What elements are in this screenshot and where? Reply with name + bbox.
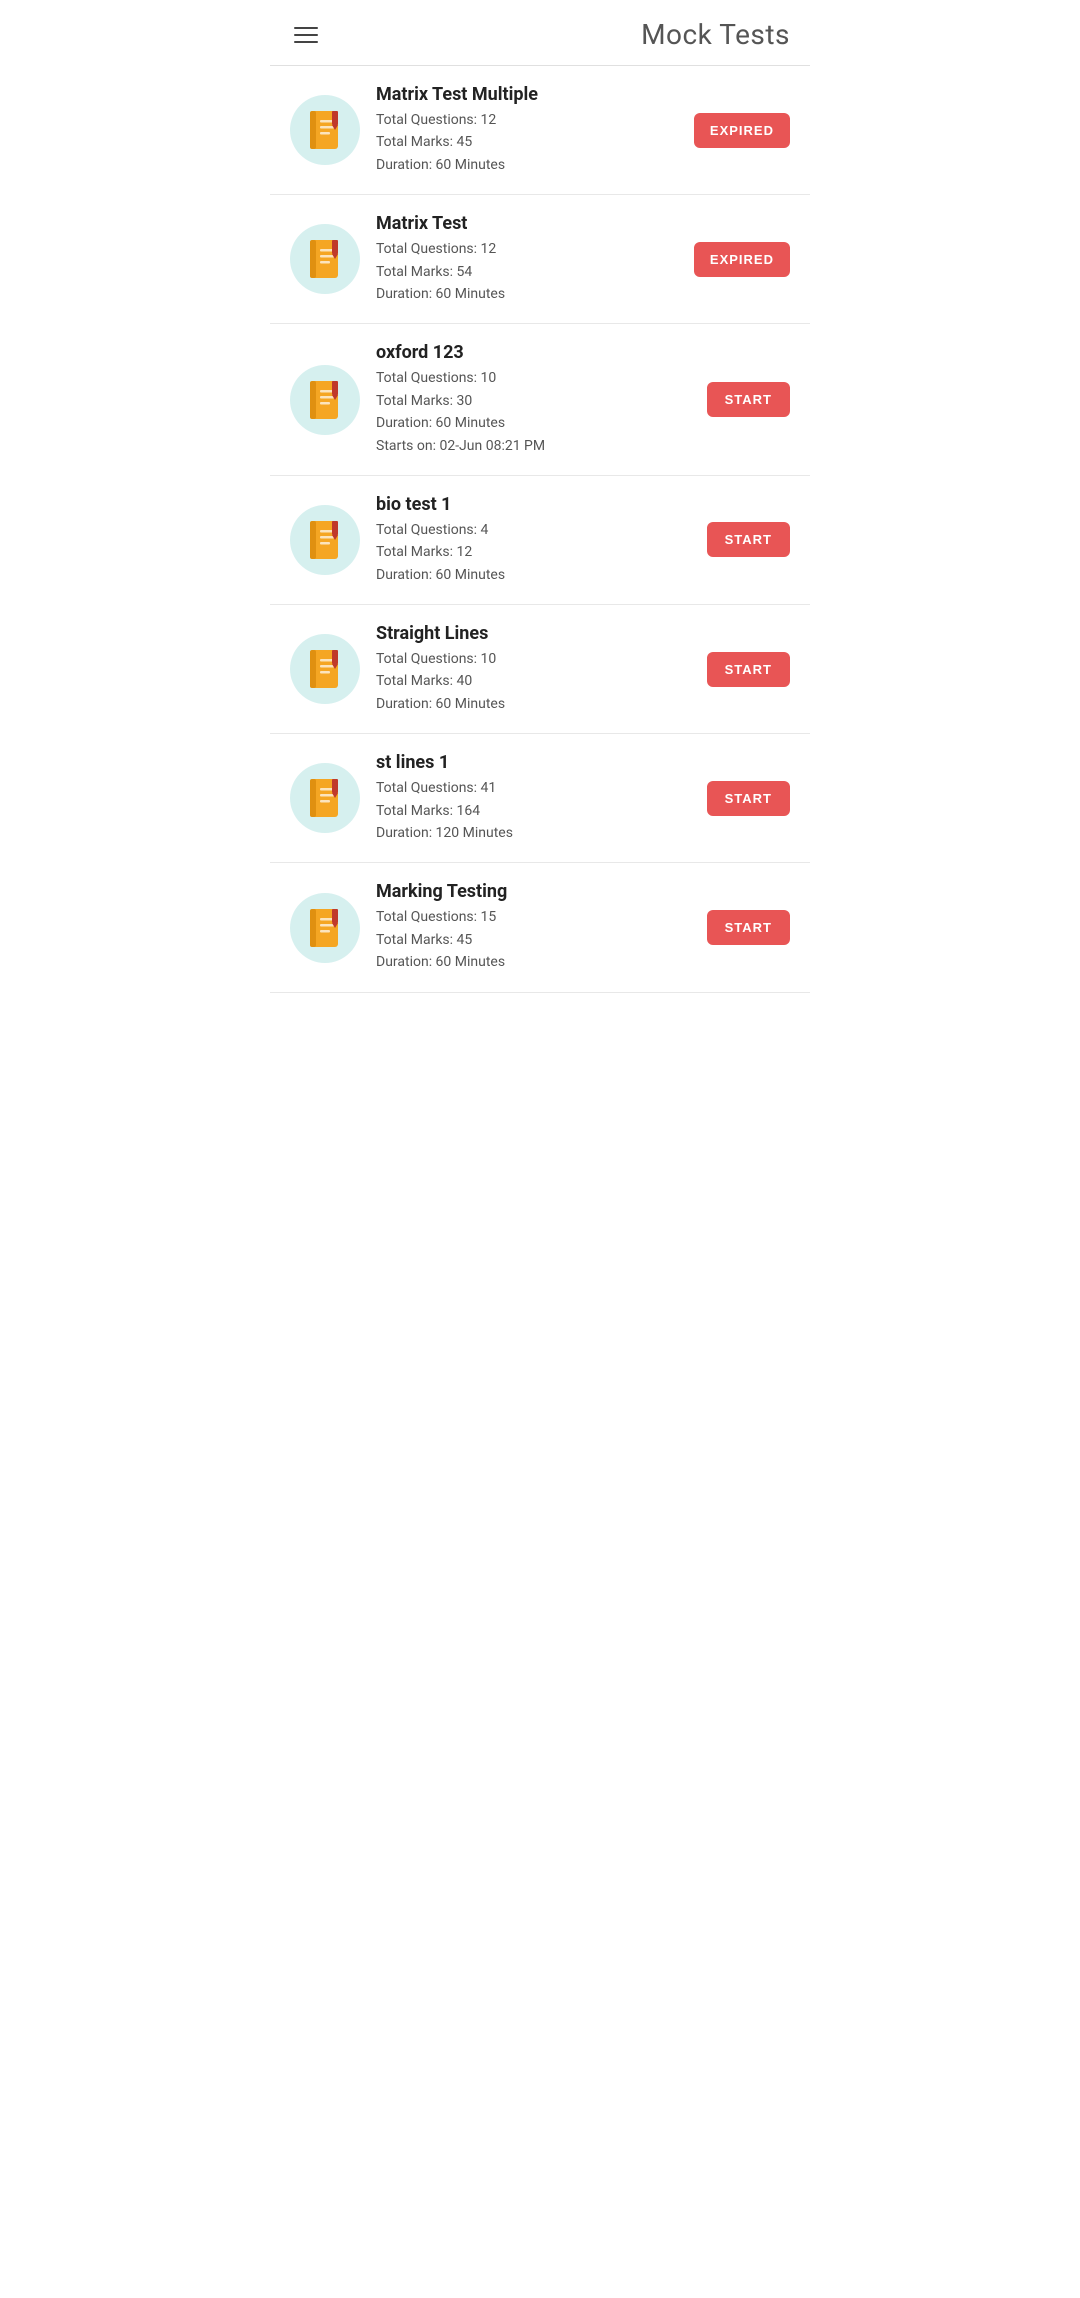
test-detail: Total Marks: 12 (376, 541, 684, 563)
test-item: Marking Testing Total Questions: 15Total … (270, 863, 810, 992)
test-item: Matrix Test Total Questions: 12Total Mark… (270, 195, 810, 324)
menu-button[interactable] (290, 23, 322, 47)
test-detail: Total Questions: 4 (376, 519, 684, 541)
start-button[interactable]: START (707, 781, 790, 816)
test-info: oxford 123 Total Questions: 10Total Marks… (376, 342, 684, 457)
test-detail: Duration: 60 Minutes (376, 412, 684, 434)
test-detail: Total Questions: 12 (376, 238, 678, 260)
test-action-container: EXPIRED (694, 113, 790, 148)
start-button[interactable]: START (707, 522, 790, 557)
test-detail: Total Questions: 15 (376, 906, 684, 928)
test-detail: Total Questions: 10 (376, 367, 684, 389)
test-action-container: START (700, 781, 790, 816)
start-button[interactable]: START (707, 382, 790, 417)
test-item: st lines 1 Total Questions: 41Total Marks… (270, 734, 810, 863)
test-list: Matrix Test MultipleTotal Questions: 12T… (270, 66, 810, 993)
test-info: st lines 1 Total Questions: 41Total Marks… (376, 752, 684, 844)
test-icon-container (290, 95, 360, 165)
test-action-container: START (700, 652, 790, 687)
test-name: oxford 123 (376, 342, 684, 363)
book-icon (306, 906, 344, 950)
test-name: Matrix Test (376, 213, 678, 234)
test-detail: Duration: 60 Minutes (376, 693, 684, 715)
test-item: oxford 123 Total Questions: 10Total Marks… (270, 324, 810, 476)
test-detail: Total Marks: 45 (376, 929, 684, 951)
page-title: Mock Tests (641, 18, 790, 51)
book-icon (306, 108, 344, 152)
book-icon (306, 776, 344, 820)
test-detail: Total Questions: 10 (376, 648, 684, 670)
expired-button[interactable]: EXPIRED (694, 242, 790, 277)
test-icon-container (290, 634, 360, 704)
test-action-container: START (700, 522, 790, 557)
test-info: Matrix Test Total Questions: 12Total Mark… (376, 213, 678, 305)
book-icon (306, 647, 344, 691)
test-icon-container (290, 893, 360, 963)
test-icon-container (290, 505, 360, 575)
test-action-container: EXPIRED (694, 242, 790, 277)
test-item: bio test 1 Total Questions: 4Total Marks:… (270, 476, 810, 605)
test-name: st lines 1 (376, 752, 684, 773)
test-detail: Starts on: 02-Jun 08:21 PM (376, 435, 684, 457)
test-detail: Duration: 60 Minutes (376, 283, 678, 305)
test-name: Matrix Test Multiple (376, 84, 678, 105)
test-info: Straight Lines Total Questions: 10Total M… (376, 623, 684, 715)
test-icon-container (290, 763, 360, 833)
test-info: Marking Testing Total Questions: 15Total … (376, 881, 684, 973)
test-detail: Duration: 120 Minutes (376, 822, 684, 844)
test-detail: Total Questions: 41 (376, 777, 684, 799)
test-detail: Total Marks: 30 (376, 390, 684, 412)
test-item: Straight Lines Total Questions: 10Total M… (270, 605, 810, 734)
test-action-container: START (700, 382, 790, 417)
test-item: Matrix Test Multiple Total Questions: 12T… (270, 66, 810, 195)
test-detail: Duration: 60 Minutes (376, 951, 684, 973)
test-name: Marking Testing (376, 881, 684, 902)
start-button[interactable]: START (707, 910, 790, 945)
expired-button[interactable]: EXPIRED (694, 113, 790, 148)
test-detail: Total Marks: 45 (376, 131, 678, 153)
test-info: bio test 1 Total Questions: 4Total Marks:… (376, 494, 684, 586)
book-icon (306, 518, 344, 562)
test-info: Matrix Test Multiple Total Questions: 12T… (376, 84, 678, 176)
test-name: Straight Lines (376, 623, 684, 644)
test-name: bio test 1 (376, 494, 684, 515)
test-action-container: START (700, 910, 790, 945)
start-button[interactable]: START (707, 652, 790, 687)
test-detail: Duration: 60 Minutes (376, 154, 678, 176)
book-icon (306, 378, 344, 422)
app-header: Mock Tests (270, 0, 810, 66)
test-detail: Total Questions: 12 (376, 109, 678, 131)
test-detail: Duration: 60 Minutes (376, 564, 684, 586)
book-icon (306, 237, 344, 281)
test-detail: Total Marks: 54 (376, 261, 678, 283)
test-icon-container (290, 365, 360, 435)
test-detail: Total Marks: 40 (376, 670, 684, 692)
test-icon-container (290, 224, 360, 294)
test-detail: Total Marks: 164 (376, 800, 684, 822)
